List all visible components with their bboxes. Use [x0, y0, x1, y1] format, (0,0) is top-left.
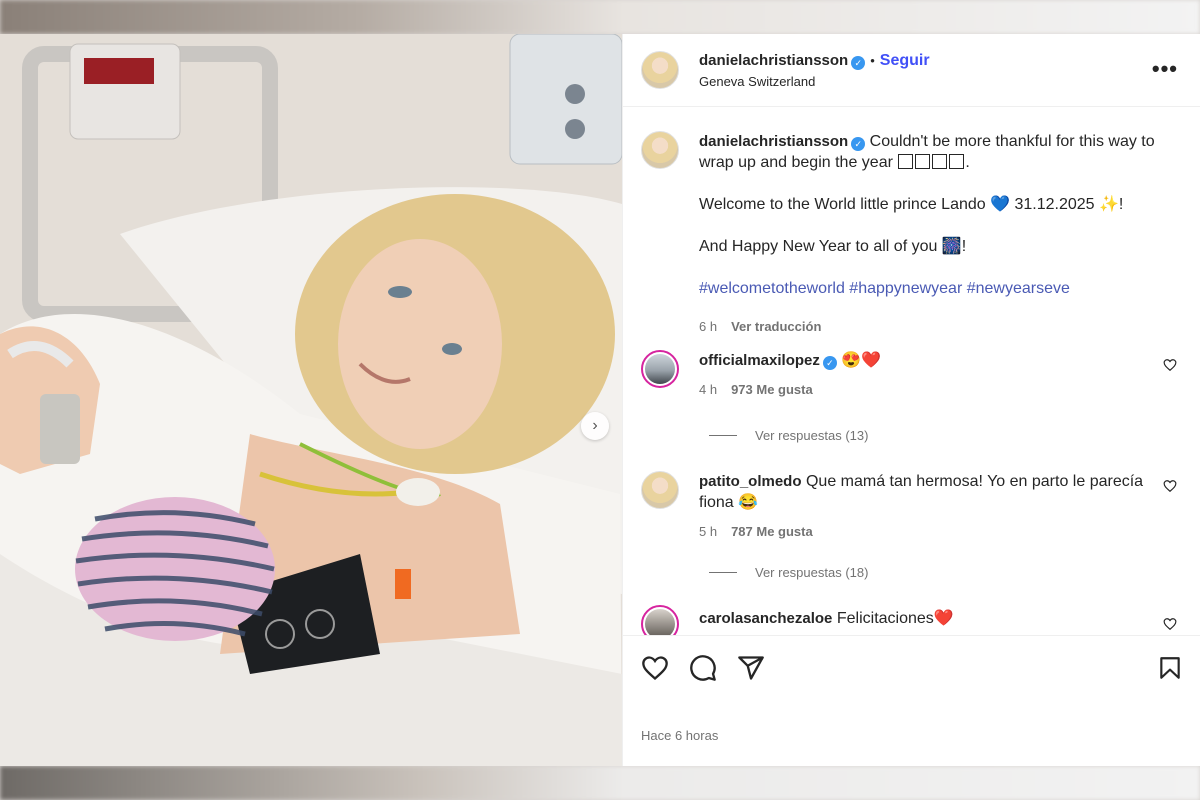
author-username[interactable]: danielachristiansson: [699, 52, 848, 69]
caption-time: 6 h: [699, 319, 718, 334]
emoji-placeholder-icon: [915, 154, 931, 169]
post-location[interactable]: Geneva Switzerland: [699, 74, 930, 89]
caption-meta: 6 h Ver traducción: [699, 316, 1179, 337]
view-replies-label[interactable]: Ver respuestas (13): [755, 428, 868, 443]
comment-item: patito_olmedo Que mamá tan hermosa! Yo e…: [641, 471, 1181, 542]
more-options-icon[interactable]: •••: [1152, 56, 1178, 82]
comment-time: 5 h: [699, 524, 718, 539]
author-info: danielachristiansson ✓ • Seguir Geneva Swit…: [699, 52, 930, 89]
caption-hashtags[interactable]: #welcometotheworld #happynewyear #newyea…: [699, 278, 1179, 299]
view-replies-link[interactable]: Ver respuestas (13): [709, 428, 868, 443]
comment-likes[interactable]: 787 Me gusta: [731, 521, 813, 542]
instagram-post: › danielachristiansson ✓ • Seguir Geneva Sw…: [0, 34, 1200, 766]
commenter-username[interactable]: carolasanchezaloe: [699, 610, 832, 627]
caption-author-username[interactable]: danielachristiansson: [699, 133, 848, 150]
translate-link[interactable]: Ver traducción: [731, 316, 821, 337]
emoji-placeholder-icon: [949, 154, 965, 169]
commenter-username[interactable]: officialmaxilopez: [699, 352, 820, 369]
author-avatar[interactable]: [641, 51, 679, 89]
comment-heart-icon[interactable]: [1163, 479, 1177, 493]
replies-divider: [709, 572, 737, 573]
post-header: danielachristiansson ✓ • Seguir Geneva Swit…: [623, 34, 1200, 107]
verified-badge-icon: ✓: [851, 55, 866, 70]
commenter-avatar[interactable]: [641, 605, 679, 635]
separator-dot: •: [870, 52, 875, 68]
background-blur-top: [0, 0, 1200, 34]
comment-time: 4 h: [699, 382, 718, 397]
comment-heart-icon[interactable]: [1163, 358, 1177, 372]
post-caption: danielachristiansson ✓ Couldn't be more t…: [641, 131, 1181, 337]
replies-divider: [709, 435, 737, 436]
comment-body: carolasanchezaloe Felicitaciones❤️: [699, 605, 1159, 635]
view-replies-link[interactable]: Ver respuestas (18): [709, 565, 868, 580]
comment-item: officialmaxilopez ✓ 😍❤️ 4 h 973 Me gusta: [641, 350, 1181, 400]
heart-icon[interactable]: [641, 654, 669, 682]
comment-likes[interactable]: 973 Me gusta: [731, 379, 813, 400]
post-actions: Hace 6 horas: [623, 635, 1200, 766]
comment-body: patito_olmedo Que mamá tan hermosa! Yo e…: [699, 471, 1159, 542]
caption-line-2: Welcome to the World little prince Lando…: [699, 196, 1124, 213]
post-side-panel: danielachristiansson ✓ • Seguir Geneva Swit…: [622, 34, 1200, 766]
emoji-placeholder-icon: [898, 154, 914, 169]
post-timestamp: Hace 6 horas: [641, 728, 719, 743]
commenter-avatar[interactable]: [641, 471, 679, 509]
verified-badge-icon: ✓: [851, 137, 866, 151]
emoji-placeholder-icon: [932, 154, 948, 169]
commenter-avatar[interactable]: [641, 350, 679, 388]
share-icon[interactable]: [737, 654, 765, 682]
comment-text: Felicitaciones❤️: [836, 610, 954, 627]
background-blur-bottom: [0, 766, 1200, 800]
follow-button[interactable]: Seguir: [880, 52, 930, 69]
post-photo[interactable]: ›: [0, 34, 622, 766]
comment-meta: 4 h 973 Me gusta: [699, 379, 1159, 400]
caption-author-avatar[interactable]: [641, 131, 679, 169]
comment-heart-icon[interactable]: [1163, 617, 1177, 631]
bookmark-icon[interactable]: [1157, 654, 1183, 682]
commenter-username[interactable]: patito_olmedo: [699, 473, 802, 490]
comment-meta: 5 h 787 Me gusta: [699, 521, 1159, 542]
caption-line-3: And Happy New Year to all of you 🎆!: [699, 238, 967, 255]
comment-body: officialmaxilopez ✓ 😍❤️ 4 h 973 Me gusta: [699, 350, 1159, 400]
verified-badge-icon: ✓: [822, 356, 837, 370]
comment-item: carolasanchezaloe Felicitaciones❤️: [641, 605, 1181, 635]
caption-body: danielachristiansson ✓ Couldn't be more t…: [699, 131, 1179, 337]
comment-text: 😍❤️: [841, 352, 882, 369]
photo-illustration: [0, 34, 622, 766]
action-icons: [641, 654, 765, 682]
comment-icon[interactable]: [689, 654, 717, 682]
view-replies-label[interactable]: Ver respuestas (18): [755, 565, 868, 580]
chevron-right-icon[interactable]: ›: [581, 412, 609, 440]
